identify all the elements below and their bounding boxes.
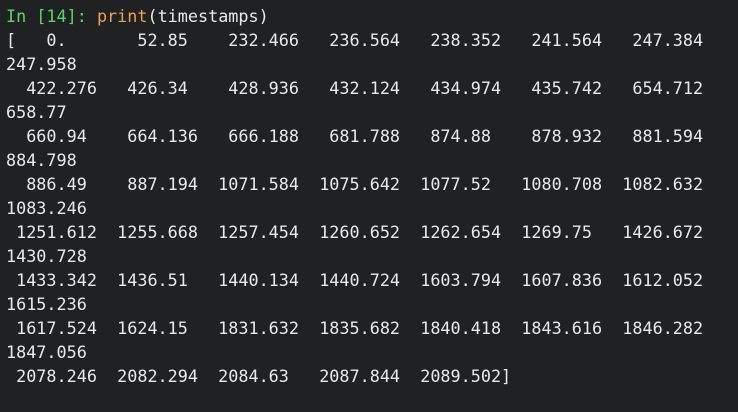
output-line: 2078.246 2082.294 2084.63 2087.844 2089.… (6, 366, 512, 386)
output-line: 658.77 (6, 102, 67, 122)
output-line: 1617.524 1624.15 1831.632 1835.682 1840.… (6, 318, 704, 338)
output-area: [ 0. 52.85 232.466 236.564 238.352 241.5… (6, 28, 738, 388)
terminal-window: In [14]: print(timestamps) [ 0. 52.85 23… (0, 0, 738, 412)
output-line: 1615.236 (6, 294, 87, 314)
input-prompt: In [14]: (6, 6, 97, 26)
output-line: 1430.728 (6, 246, 87, 266)
output-line: 422.276 426.34 428.936 432.124 434.974 4… (6, 78, 704, 98)
output-line: 884.798 (6, 150, 77, 170)
output-line: 1433.342 1436.51 1440.134 1440.724 1603.… (6, 270, 704, 290)
output-line: 886.49 887.194 1071.584 1075.642 1077.52… (6, 174, 704, 194)
input-line[interactable]: In [14]: print(timestamps) (6, 4, 738, 28)
output-line: 1083.246 (6, 198, 87, 218)
output-line: [ 0. 52.85 232.466 236.564 238.352 241.5… (6, 30, 704, 50)
print-function: print (96, 6, 148, 26)
output-line: 660.94 664.136 666.188 681.788 874.88 87… (6, 126, 704, 146)
output-line: 247.958 (6, 54, 77, 74)
output-line: 1251.612 1255.668 1257.454 1260.652 1262… (6, 222, 704, 242)
output-line: 1847.056 (6, 342, 87, 362)
print-arguments: (timestamps) (147, 6, 269, 26)
